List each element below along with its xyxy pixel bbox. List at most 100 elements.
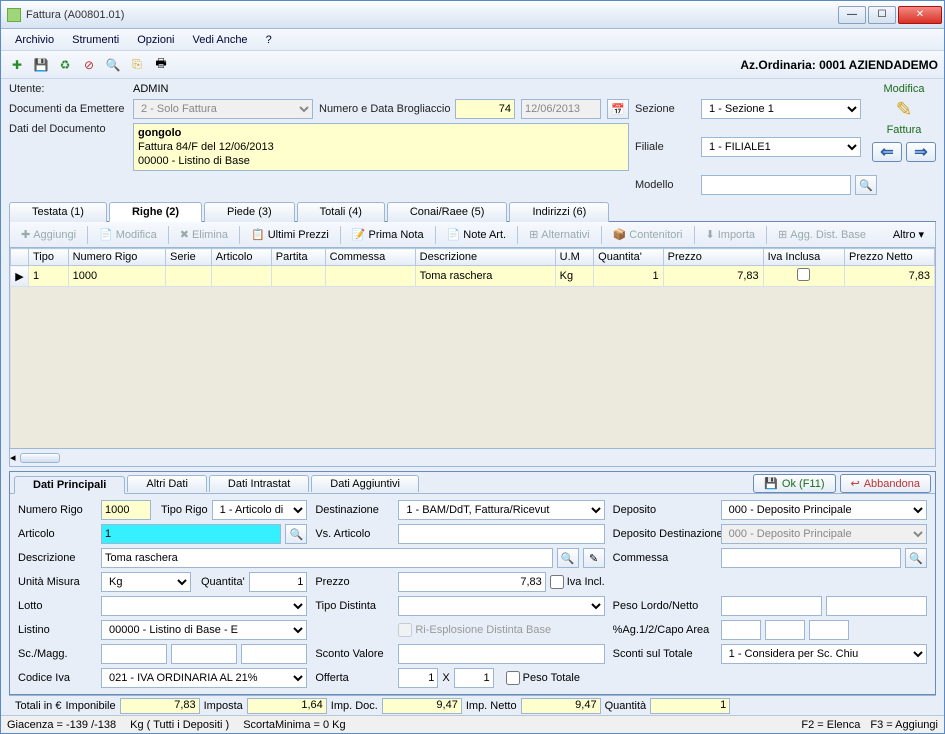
lotto-select[interactable] [101,596,307,616]
pencil-icon[interactable]: ✎ [896,97,913,122]
col-partita[interactable]: Partita [271,249,325,266]
ag2-input[interactable] [765,620,805,640]
sbtn-elimina[interactable]: ✖Elimina [173,225,235,244]
sbtn-modifica[interactable]: 📄Modifica [92,225,164,244]
tab-piede[interactable]: Piede (3) [204,202,295,222]
articolo-input[interactable] [101,524,281,544]
maximize-button[interactable]: ☐ [868,6,896,24]
prezzo-input[interactable] [398,572,545,592]
calendar-icon[interactable]: 📅 [607,99,629,119]
sc1-input[interactable] [101,644,167,664]
delete-icon[interactable]: ⊘ [79,55,99,75]
num-brog-input[interactable] [455,99,515,119]
col-quantita[interactable]: Quantita' [594,249,664,266]
sconti-totale-select[interactable]: 1 - Considera per Sc. Chiu [721,644,927,664]
horizontal-scrollbar[interactable]: ◂ [9,449,936,467]
desc-lookup-icon[interactable]: 🔍 [557,548,579,568]
descrizione-input[interactable] [101,548,553,568]
tab-righe[interactable]: Righe (2) [109,202,202,222]
menu-help[interactable]: ? [258,32,280,48]
tab-testata[interactable]: Testata (1) [9,202,107,222]
menu-vedi-anche[interactable]: Vedi Anche [185,32,256,48]
sbtn-altro[interactable]: Altro▾ [886,225,931,244]
num-brog-date[interactable] [521,99,601,119]
vs-articolo-input[interactable] [398,524,604,544]
dtab-dati-principali[interactable]: Dati Principali [14,476,125,494]
ag1-input[interactable] [721,620,761,640]
export-icon[interactable]: ⎘ [127,55,147,75]
menu-strumenti[interactable]: Strumenti [64,32,127,48]
commessa-input[interactable] [721,548,901,568]
sbtn-agg-dist[interactable]: ⊞Agg. Dist. Base [771,225,873,244]
col-iva-inclusa[interactable]: Iva Inclusa [763,249,844,266]
deposito-select[interactable]: 000 - Deposito Principale [721,500,927,520]
tab-totali[interactable]: Totali (4) [297,202,385,222]
ri-esplosione-checkbox[interactable] [398,623,412,637]
deposito-dest-select[interactable]: 000 - Deposito Principale [721,524,927,544]
col-prezzo[interactable]: Prezzo [663,249,763,266]
desc-edit-icon[interactable]: ✎ [583,548,605,568]
iva-incl-checkbox[interactable] [550,575,564,589]
commessa-lookup-icon[interactable]: 🔍 [905,548,927,568]
nav-next-icon[interactable]: ⇒ [906,142,936,162]
dtab-dati-aggiuntivi[interactable]: Dati Aggiuntivi [311,475,419,492]
sbtn-contenitori[interactable]: 📦Contenitori [606,225,690,244]
sbtn-note-art[interactable]: 📄Note Art. [440,225,514,244]
peso-lordo-input[interactable] [721,596,822,616]
modello-input[interactable] [701,175,851,195]
sbtn-importa[interactable]: ⬇Importa [699,225,763,244]
data-grid[interactable]: Tipo Numero Rigo Serie Articolo Partita … [9,248,936,449]
ok-button[interactable]: 💾Ok (F11) [753,474,835,493]
peso-netto-input[interactable] [826,596,927,616]
menu-archivio[interactable]: Archivio [7,32,62,48]
sbtn-alternativi[interactable]: ⊞Alternativi [522,225,597,244]
numero-rigo-input[interactable] [101,500,151,520]
col-numero-rigo[interactable]: Numero Rigo [68,249,165,266]
sc3-input[interactable] [241,644,307,664]
dtab-altri-dati[interactable]: Altri Dati [127,475,207,492]
offerta-y-input[interactable] [454,668,494,688]
col-serie[interactable]: Serie [166,249,212,266]
offerta-x-input[interactable] [398,668,438,688]
col-prezzo-netto[interactable]: Prezzo Netto [845,249,935,266]
print-icon[interactable]: 🖶 [151,55,171,75]
nav-prev-icon[interactable]: ⇐ [872,142,902,162]
refresh-icon[interactable]: ♻ [55,55,75,75]
menu-opzioni[interactable]: Opzioni [129,32,182,48]
col-commessa[interactable]: Commessa [325,249,415,266]
col-articolo[interactable]: Articolo [211,249,271,266]
tipo-rigo-select[interactable]: 1 - Articolo di Magazzino [212,500,308,520]
articolo-lookup-icon[interactable]: 🔍 [285,524,307,544]
sbtn-prima-nota[interactable]: 📝Prima Nota [345,225,431,244]
unita-misura-select[interactable]: Kg [101,572,191,592]
col-descrizione[interactable]: Descrizione [415,249,555,266]
sezione-select[interactable]: 1 - Sezione 1 [701,99,861,119]
save-icon[interactable]: 💾 [31,55,51,75]
dtab-dati-intrastat[interactable]: Dati Intrastat [209,475,309,492]
tab-conai-raee[interactable]: Conai/Raee (5) [387,202,508,222]
filiale-select[interactable]: 1 - FILIALE1 [701,137,861,157]
capo-input[interactable] [809,620,849,640]
table-row[interactable]: ▶ 1 1000 Toma raschera Kg 1 7,83 7,83 [11,266,935,287]
codice-iva-select[interactable]: 021 - IVA ORDINARIA AL 21% [101,668,307,688]
new-icon[interactable]: ✚ [7,55,27,75]
listino-select[interactable]: 00000 - Listino di Base - E [101,620,307,640]
abbandona-button[interactable]: ↩Abbandona [840,474,932,493]
sconto-valore-input[interactable] [398,644,604,664]
modello-lookup-icon[interactable]: 🔍 [855,175,877,195]
col-um[interactable]: U.M [555,249,594,266]
sc2-input[interactable] [171,644,237,664]
sbtn-aggiungi[interactable]: ✚Aggiungi [14,225,83,244]
sbtn-ultimi-prezzi[interactable]: 📋Ultimi Prezzi [244,225,336,244]
destinazione-select[interactable]: 1 - BAM/DdT, Fattura/Ricevut [398,500,604,520]
tab-indirizzi[interactable]: Indirizzi (6) [509,202,609,222]
doc-emettere-select[interactable]: 2 - Solo Fattura [133,99,313,119]
iva-inclusa-checkbox[interactable] [797,268,810,281]
quantita-input[interactable] [249,572,308,592]
search-icon[interactable]: 🔍 [103,55,123,75]
minimize-button[interactable]: — [838,6,866,24]
peso-totale-checkbox[interactable] [506,671,520,685]
close-button[interactable]: ✕ [898,6,942,24]
col-tipo[interactable]: Tipo [29,249,69,266]
tipo-distinta-select[interactable] [398,596,604,616]
